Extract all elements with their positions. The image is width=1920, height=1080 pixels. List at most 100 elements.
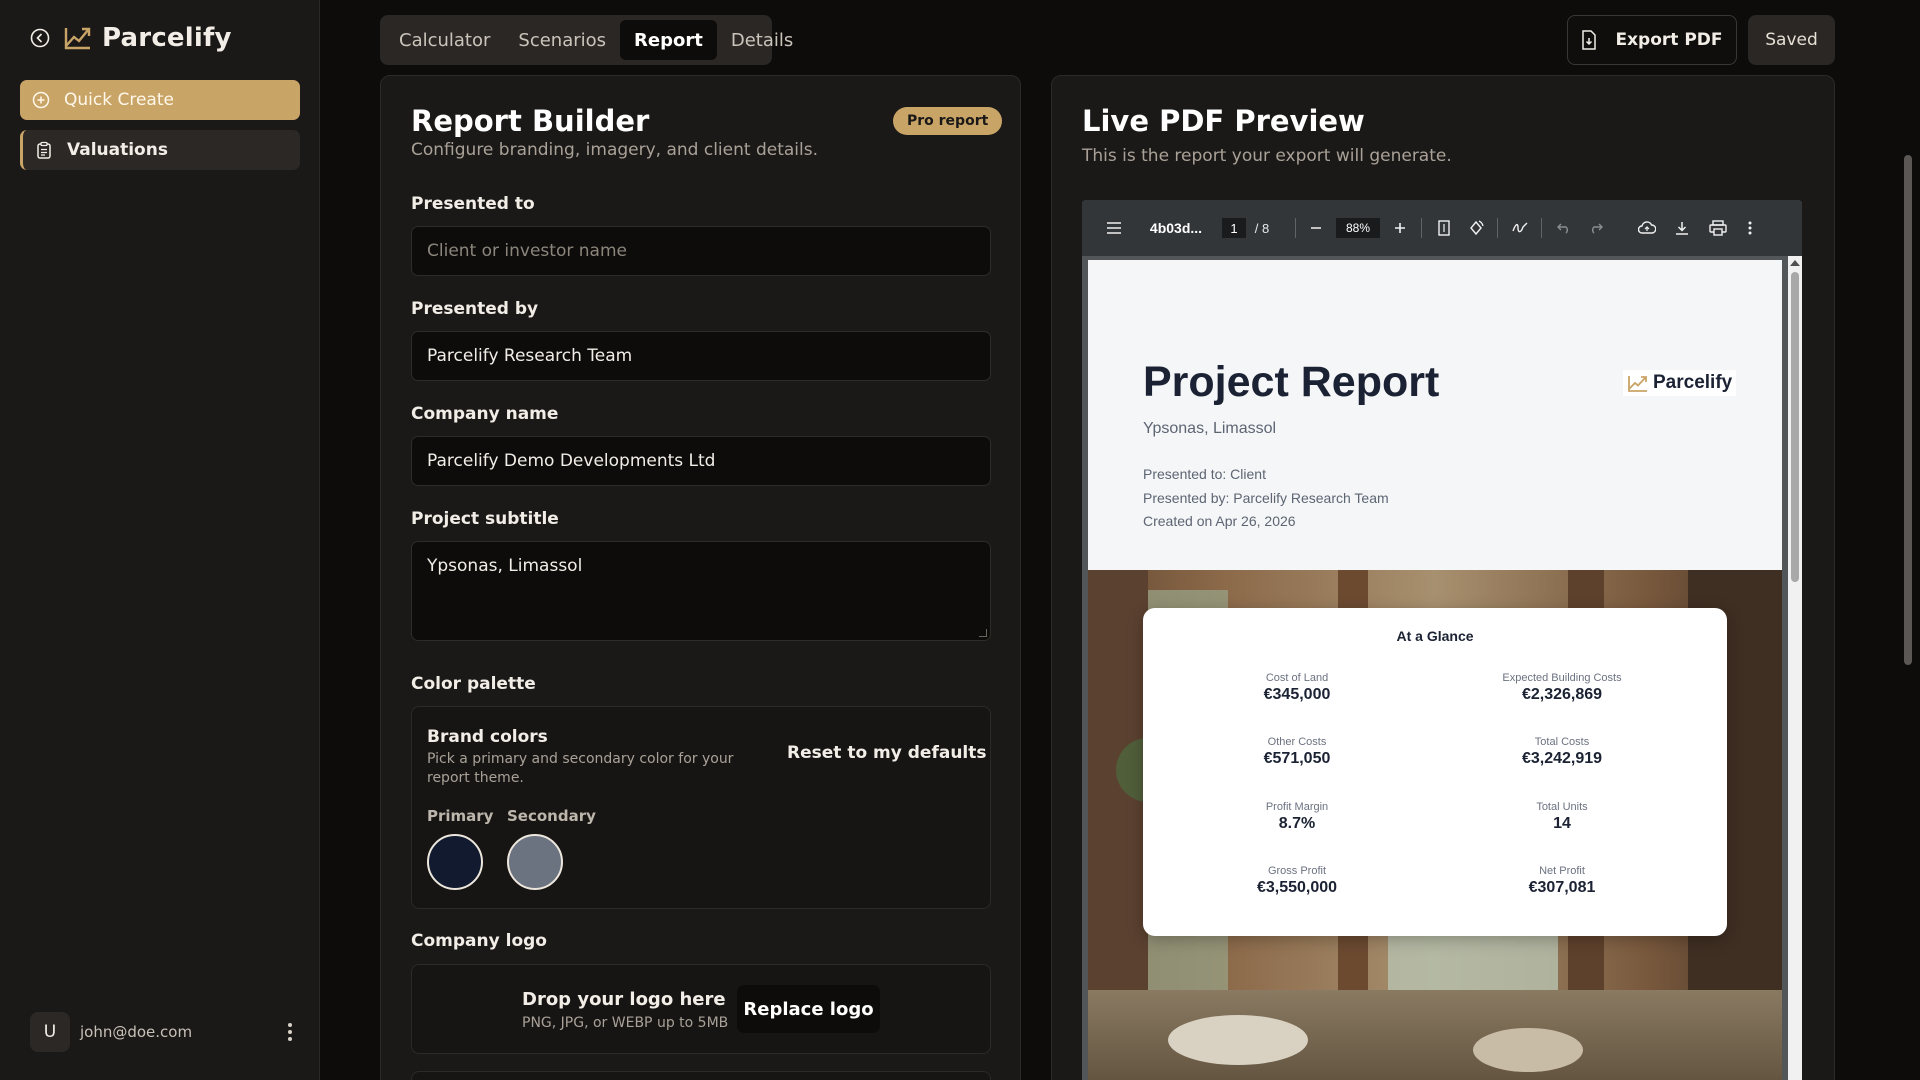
zoom-out-icon[interactable] — [1306, 200, 1326, 256]
presented-to-label: Presented to — [411, 194, 535, 214]
user-email: john@doe.com — [80, 1023, 193, 1041]
presented-to-input[interactable]: Client or investor name — [411, 226, 991, 276]
glance-item-value: €307,081 — [1528, 879, 1596, 896]
view-tabs: Calculator Scenarios Report Details — [380, 15, 793, 65]
report-presented-by: Presented by: Parcelify Research Team — [1143, 490, 1389, 506]
user-menu[interactable]: U john@doe.com — [30, 1012, 300, 1052]
presented-by-label: Presented by — [411, 299, 539, 319]
pdf-filename: 4b03d... — [1149, 220, 1203, 236]
report-presented-to: Presented to: Client — [1143, 466, 1266, 482]
glance-item-value: 14 — [1553, 815, 1571, 832]
scroll-up-arrow-icon[interactable] — [1790, 260, 1800, 266]
redo-icon[interactable] — [1586, 200, 1606, 256]
glance-item-label: Total Units — [1536, 801, 1588, 813]
menu-icon[interactable] — [1102, 200, 1126, 256]
download-icon[interactable] — [1672, 200, 1692, 256]
glance-item: Net Profit €307,081 — [1462, 865, 1662, 897]
primary-color-swatch[interactable] — [427, 834, 483, 890]
glance-item-label: Profit Margin — [1265, 801, 1329, 813]
export-pdf-button[interactable]: Export PDF — [1567, 15, 1737, 65]
page-number-input[interactable]: 1 — [1222, 200, 1246, 256]
glance-item-value: 8.7% — [1278, 815, 1316, 832]
file-download-icon — [1582, 30, 1597, 50]
pro-report-badge: Pro report — [893, 107, 1003, 135]
report-builder-panel: Report Builder Configure branding, image… — [380, 75, 1021, 1080]
brand: Parcelify — [30, 22, 232, 54]
chart-logo-icon — [64, 27, 91, 50]
annotate-icon[interactable] — [1510, 200, 1530, 256]
at-a-glance-card: At a Glance Cost of Land €345,000 Expect… — [1143, 608, 1727, 936]
presented-by-input[interactable]: Parcelify Research Team — [411, 331, 991, 381]
report-created-date: Created on Apr 26, 2026 — [1143, 513, 1296, 529]
glance-item-label: Cost of Land — [1265, 672, 1329, 684]
company-name-label: Company name — [411, 404, 559, 424]
chart-logo-icon — [1628, 376, 1647, 392]
report-logo: Parcelify — [1623, 370, 1737, 396]
secondary-label: Secondary — [507, 807, 596, 825]
glance-item-value: €345,000 — [1263, 686, 1331, 703]
glance-item: Profit Margin 8.7% — [1197, 801, 1397, 833]
zoom-level-input[interactable]: 88% — [1336, 200, 1380, 256]
replace-logo-button[interactable]: Replace logo — [737, 985, 880, 1033]
project-subtitle-label: Project subtitle — [411, 509, 559, 529]
next-section-card — [411, 1071, 991, 1080]
cloud-save-icon[interactable] — [1636, 200, 1658, 256]
glance-item-value: €2,326,869 — [1521, 686, 1603, 703]
glance-item: Other Costs €571,050 — [1197, 736, 1397, 768]
secondary-color-swatch[interactable] — [507, 834, 563, 890]
glance-item-label: Total Costs — [1534, 736, 1590, 748]
glance-item-label: Other Costs — [1267, 736, 1327, 748]
report-logo-text: Parcelify — [1653, 372, 1733, 393]
more-vertical-icon[interactable] — [1743, 200, 1757, 256]
resize-handle[interactable] — [979, 629, 987, 637]
preview-subtitle: This is the report your export will gene… — [1082, 146, 1452, 166]
export-pdf-label: Export PDF — [1615, 30, 1723, 50]
brand-colors-title: Brand colors — [427, 727, 548, 747]
report-header: Project Report Ypsonas, Limassol Present… — [1088, 260, 1782, 570]
clipboard-icon — [37, 141, 51, 159]
tab-calculator[interactable]: Calculator — [385, 20, 504, 60]
undo-icon[interactable] — [1554, 200, 1574, 256]
sidebar-item-quick-create[interactable]: Quick Create — [20, 80, 300, 120]
zoom-in-icon[interactable] — [1390, 200, 1410, 256]
tab-report[interactable]: Report — [620, 20, 717, 60]
tab-details[interactable]: Details — [717, 20, 807, 60]
glance-item: Expected Building Costs €2,326,869 — [1462, 672, 1662, 704]
brand-name: Parcelify — [102, 23, 232, 53]
glance-title: At a Glance — [1396, 628, 1474, 644]
glance-item-value: €571,050 — [1263, 750, 1331, 767]
sidebar-item-label: Valuations — [67, 140, 168, 160]
reset-defaults-button[interactable]: Reset to my defaults — [787, 743, 987, 763]
brand-colors-description: Pick a primary and secondary color for y… — [427, 751, 734, 786]
glance-item-value: €3,550,000 — [1256, 879, 1338, 896]
glance-item-value: €3,242,919 — [1521, 750, 1603, 767]
page-number-value: 1 — [1222, 218, 1246, 238]
sidebar-item-label: Quick Create — [64, 90, 174, 110]
page-total: / 8 — [1254, 220, 1270, 236]
glance-item: Total Costs €3,242,919 — [1462, 736, 1662, 768]
sidebar-item-valuations[interactable]: Valuations — [20, 130, 300, 170]
back-circle-icon[interactable] — [30, 28, 50, 48]
project-subtitle-textarea[interactable]: Ypsonas, Limassol — [411, 541, 991, 641]
rotate-icon[interactable] — [1466, 200, 1486, 256]
pdf-scroll-thumb[interactable] — [1791, 272, 1799, 582]
print-icon[interactable] — [1707, 200, 1729, 256]
report-title: Project Report — [1143, 358, 1440, 406]
dropzone-hint: PNG, JPG, or WEBP up to 5MB — [522, 1015, 729, 1031]
primary-label: Primary — [427, 807, 494, 825]
glance-item-label: Net Profit — [1539, 865, 1585, 877]
glance-item: Total Units 14 — [1462, 801, 1662, 833]
brand-colors-card: Brand colors Pick a primary and secondar… — [411, 706, 991, 909]
page-scrollbar[interactable] — [1904, 155, 1912, 665]
tab-scenarios[interactable]: Scenarios — [504, 20, 620, 60]
glance-item-label: Gross Profit — [1267, 865, 1327, 877]
saved-button[interactable]: Saved — [1748, 15, 1835, 65]
builder-title: Report Builder — [411, 104, 650, 138]
company-name-input[interactable]: Parcelify Demo Developments Ltd — [411, 436, 991, 486]
fit-page-icon[interactable] — [1434, 200, 1454, 256]
logo-dropzone[interactable]: Drop your logo here PNG, JPG, or WEBP up… — [411, 964, 991, 1054]
pdf-preview-panel: Live PDF Preview This is the report your… — [1051, 75, 1835, 1080]
builder-subtitle: Configure branding, imagery, and client … — [411, 140, 818, 160]
more-vertical-icon[interactable] — [280, 1020, 300, 1044]
avatar: U — [30, 1012, 70, 1052]
